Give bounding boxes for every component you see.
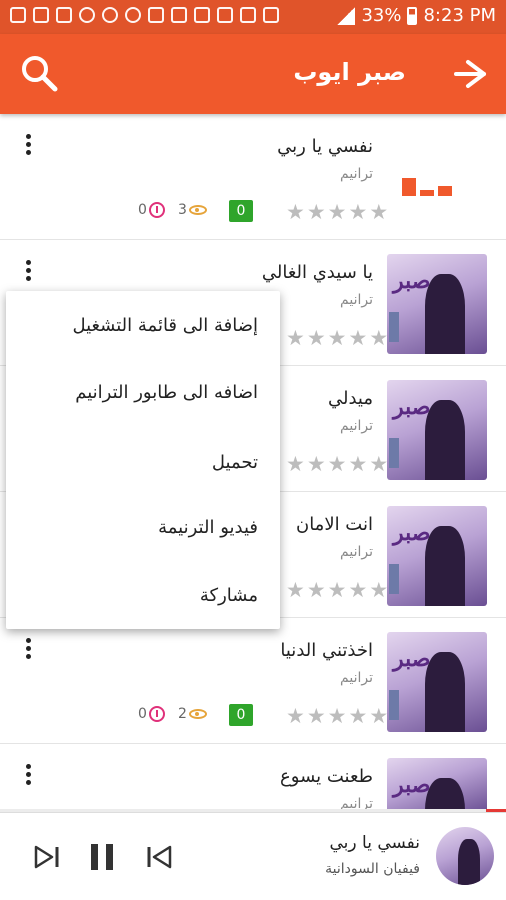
star-icon[interactable]: ★ bbox=[348, 202, 367, 223]
signal-icon bbox=[337, 6, 356, 25]
song-thumbnail: صبر bbox=[387, 632, 487, 732]
download-count-value: 0 bbox=[138, 706, 147, 722]
rating-badge: 0 bbox=[229, 200, 253, 222]
song-title: نفسي يا ربي bbox=[277, 136, 373, 157]
song-thumbnail: صبر bbox=[387, 506, 487, 606]
menu-item-add-to-playlist[interactable]: إضافة الى قائمة التشغيل bbox=[72, 315, 258, 336]
star-rating[interactable]: ★ ★ ★ ★ ★ bbox=[286, 454, 388, 475]
context-menu: إضافة الى قائمة التشغيل اضافه الى طابور … bbox=[6, 291, 280, 629]
star-rating[interactable]: ★ ★ ★ ★ ★ bbox=[286, 328, 388, 349]
song-category: ترانيم bbox=[340, 670, 373, 686]
battery-percent: 33% bbox=[361, 5, 402, 26]
status-bar: 33% 8:23 PM bbox=[0, 0, 506, 34]
menu-item-video[interactable]: فيديو الترنيمة bbox=[158, 517, 258, 538]
star-icon[interactable]: ★ bbox=[328, 202, 347, 223]
view-count-value: 2 bbox=[178, 706, 187, 722]
more-options-icon[interactable] bbox=[18, 260, 38, 284]
calendar-icon-3 bbox=[240, 7, 256, 23]
battery-icon bbox=[407, 6, 418, 25]
star-icon[interactable]: ★ bbox=[307, 202, 326, 223]
calendar-icon bbox=[171, 7, 187, 23]
download-count: 0 bbox=[138, 202, 165, 218]
now-playing-artwork[interactable] bbox=[436, 827, 494, 885]
star-rating[interactable]: ★ ★ ★ ★ ★ bbox=[286, 580, 388, 601]
song-title: ميدلي bbox=[327, 388, 373, 409]
notification-icon bbox=[56, 7, 72, 23]
now-playing-artist: فيفيان السودانية bbox=[325, 861, 420, 877]
song-category: ترانيم bbox=[340, 418, 373, 434]
hexagon-icon-2 bbox=[102, 7, 118, 23]
view-count: 3 bbox=[178, 202, 207, 218]
next-track-icon[interactable] bbox=[32, 841, 64, 873]
more-options-icon[interactable] bbox=[18, 134, 38, 158]
view-count-value: 3 bbox=[178, 202, 187, 218]
star-icon[interactable]: ★ bbox=[369, 202, 388, 223]
more-options-icon[interactable] bbox=[18, 638, 38, 662]
song-title: طعنت يسوع bbox=[280, 766, 373, 787]
rating-badge: 0 bbox=[229, 704, 253, 726]
song-row[interactable]: صبر طعنت يسوع ترانيم bbox=[0, 744, 506, 812]
star-icon[interactable]: ★ bbox=[286, 202, 305, 223]
app-bar: صبر ايوب bbox=[0, 34, 506, 114]
mini-player[interactable]: نفسي يا ربي فيفيان السودانية bbox=[0, 812, 506, 900]
eye-icon bbox=[125, 7, 141, 23]
song-category: ترانيم bbox=[340, 544, 373, 560]
song-thumbnail: صبر bbox=[387, 254, 487, 354]
view-count: 2 bbox=[178, 706, 207, 722]
song-category: ترانيم bbox=[340, 166, 373, 182]
download-count-value: 0 bbox=[138, 202, 147, 218]
mail-icon bbox=[217, 7, 233, 23]
menu-item-download[interactable]: تحميل bbox=[212, 452, 258, 473]
eye-icon bbox=[188, 709, 207, 719]
song-title: انت الامان bbox=[295, 514, 373, 535]
song-row[interactable]: صبر اخذتني الدنيا ترانيم ★ ★ ★ ★ ★ 0 2 0 bbox=[0, 618, 506, 744]
equalizer-icon bbox=[402, 174, 462, 196]
page-title: صبر ايوب bbox=[293, 58, 406, 86]
star-rating[interactable]: ★ ★ ★ ★ ★ bbox=[286, 202, 388, 223]
song-category: ترانيم bbox=[340, 292, 373, 308]
previous-track-icon[interactable] bbox=[142, 841, 174, 873]
download-icon bbox=[148, 706, 165, 722]
more-options-icon[interactable] bbox=[18, 764, 38, 788]
song-thumbnail: صبر bbox=[387, 758, 487, 812]
menu-item-share[interactable]: مشاركة bbox=[200, 585, 258, 606]
back-arrow-icon[interactable] bbox=[448, 52, 492, 96]
gallery-icon bbox=[33, 7, 49, 23]
song-title: يا سيدي الغالي bbox=[261, 262, 373, 283]
now-playing-title: نفسي يا ربي bbox=[329, 833, 421, 853]
song-thumbnail: صبر bbox=[387, 380, 487, 480]
song-row[interactable]: نفسي يا ربي ترانيم ★ ★ ★ ★ ★ 0 3 0 bbox=[0, 114, 506, 240]
menu-item-add-to-queue[interactable]: اضافه الى طابور الترانيم bbox=[75, 382, 258, 403]
cloud-icon bbox=[148, 7, 164, 23]
calendar-icon-2 bbox=[194, 7, 210, 23]
voicemail-icon bbox=[263, 7, 279, 23]
star-rating[interactable]: ★ ★ ★ ★ ★ bbox=[286, 706, 388, 727]
clock: 8:23 PM bbox=[423, 5, 496, 26]
pause-icon[interactable] bbox=[86, 841, 118, 873]
song-title: اخذتني الدنيا bbox=[280, 640, 373, 661]
search-icon[interactable] bbox=[18, 52, 62, 96]
download-icon bbox=[148, 202, 165, 218]
eye-icon bbox=[188, 205, 207, 215]
hexagon-icon bbox=[79, 7, 95, 23]
download-count: 0 bbox=[138, 706, 165, 722]
message-icon bbox=[10, 7, 26, 23]
